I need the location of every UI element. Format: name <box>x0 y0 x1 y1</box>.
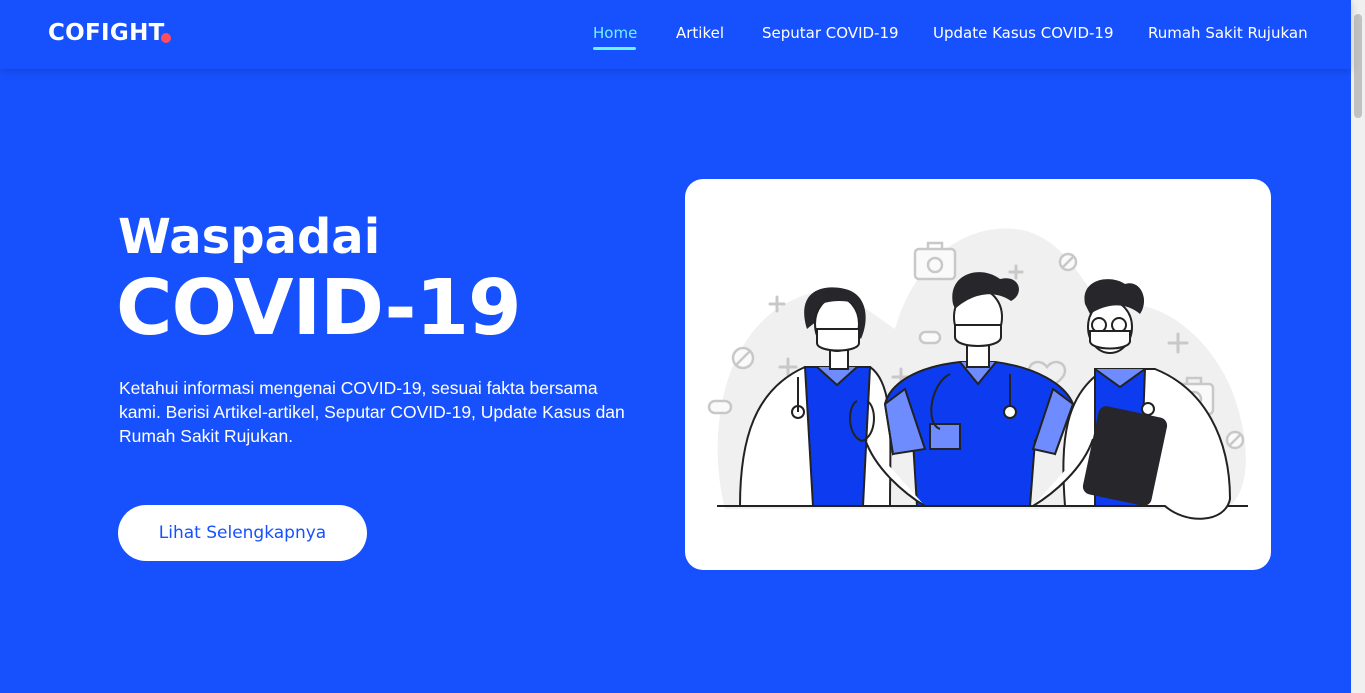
scrollbar-thumb[interactable] <box>1354 14 1362 118</box>
page-scrollbar[interactable] <box>1351 0 1365 693</box>
hero-kicker: Waspadai <box>118 209 381 265</box>
hero-title: COVID-19 <box>116 264 522 353</box>
nav-active-underline <box>593 47 636 50</box>
nav-rumah-sakit[interactable]: Rumah Sakit Rujukan <box>1148 24 1308 42</box>
brand-logo[interactable]: COFIGHT <box>48 20 165 46</box>
see-more-button[interactable]: Lihat Selengkapnya <box>118 505 367 561</box>
illustration-card <box>685 179 1271 570</box>
brand-dot <box>161 33 171 43</box>
nav-artikel[interactable]: Artikel <box>676 24 724 42</box>
navbar: COFIGHT Home Artikel Seputar COVID-19 Up… <box>0 0 1351 69</box>
nav-update-kasus[interactable]: Update Kasus COVID-19 <box>933 24 1114 42</box>
nav-home[interactable]: Home <box>593 24 637 42</box>
hero-description: Ketahui informasi mengenai COVID-19, ses… <box>119 378 625 446</box>
medical-team-illustration <box>707 228 1248 520</box>
nav-seputar-covid[interactable]: Seputar COVID-19 <box>762 24 899 42</box>
